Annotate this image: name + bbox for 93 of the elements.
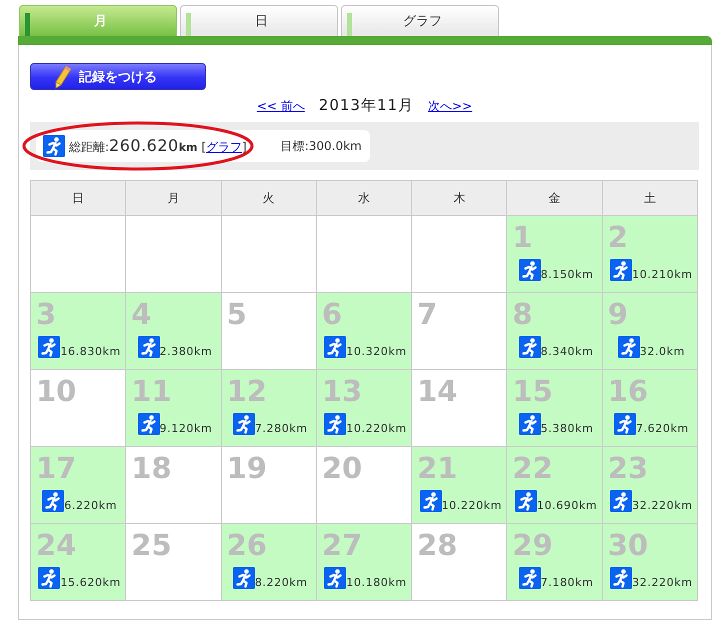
running-person-icon [518,413,541,435]
distance-text: 10.220km [346,423,407,435]
month-title: 2013年11月 [318,96,414,115]
day-number: 29 [512,528,553,562]
day-number: 8 [512,297,533,331]
day-number: 20 [322,451,362,485]
day-number: 16 [608,374,648,408]
distance-text: 8.220km [254,577,308,589]
weekday-header: 木 [412,180,507,216]
total-distance-text: 総距離:260.620km [グラフ] [69,136,247,156]
distance-text: 7.280km [254,423,308,435]
day-number: 10 [36,374,76,408]
distance-text: 8.340km [540,346,594,358]
running-person-icon [43,135,65,157]
tab-marker-icon [347,13,352,36]
running-person-icon [518,567,541,589]
weekday-header: 土 [602,180,698,216]
running-person-icon [618,336,640,358]
day-number: 9 [608,297,628,331]
distance-text: 32.220km [632,500,693,512]
tab-marker-icon [186,13,191,36]
day-number: 18 [131,451,172,485]
running-person-icon [138,413,160,435]
day-number: 3 [36,297,56,331]
distance-text: 5.380km [540,423,594,435]
running-person-icon [518,336,541,358]
distance-text: 7.620km [636,423,689,435]
distance-text: 32.0km [640,346,685,358]
running-person-icon [514,490,537,512]
day-number: 24 [36,528,76,562]
day-number: 14 [417,374,458,408]
running-person-icon [38,567,60,589]
running-person-icon [38,336,60,358]
distance-text: 9.120km [160,423,212,435]
day-number: 5 [226,297,247,331]
distance-text: 16.830km [60,346,121,358]
distance-text: 15.620km [60,577,121,589]
day-number: 15 [512,374,553,408]
day-number: 11 [131,374,172,408]
day-number: 23 [608,451,648,485]
running-person-icon [324,336,346,358]
distance-text: 7.180km [540,577,594,589]
day-number: 28 [417,528,458,562]
running-person-icon [138,336,160,358]
next-month-link[interactable]: 次へ>> [428,98,472,115]
day-number: 27 [322,528,362,562]
day-number: 26 [226,528,267,562]
day-number: 21 [417,451,458,485]
running-person-icon [614,413,636,435]
running-person-icon [518,259,541,281]
day-number: 7 [417,297,438,331]
tab-marker-icon [25,13,30,36]
pencil-icon [53,64,73,88]
day-number: 17 [36,451,76,485]
day-number: 1 [512,220,533,254]
weekday-header: 日 [30,180,126,216]
distance-text: 10.320km [346,346,407,358]
tab[interactable]: 日 [180,5,338,36]
running-person-icon [324,567,346,589]
running-person-icon [610,567,632,589]
distance-text: 6.220km [64,500,118,512]
distance-text: 2.380km [160,346,212,358]
distance-text: 10.180km [346,577,407,589]
day-number: 12 [226,374,267,408]
day-number: 22 [512,451,553,485]
running-person-icon [610,259,632,281]
record-button[interactable]: 記録をつける [30,63,206,90]
distance-text: 10.210km [632,269,693,281]
tab[interactable]: グラフ [341,5,499,36]
distance-text: 8.150km [540,269,594,281]
weekday-header: 月 [126,180,222,216]
running-person-icon [420,490,442,512]
weekday-header: 火 [221,180,316,216]
running-person-icon [42,490,64,512]
day-number: 6 [322,297,342,331]
weekday-header: 水 [316,180,412,216]
weekday-header: 金 [506,180,602,216]
day-number: 30 [608,528,648,562]
running-person-icon [232,413,255,435]
running-person-icon [610,490,632,512]
day-number: 2 [608,220,628,254]
distance-text: 10.690km [536,500,598,512]
day-number: 19 [226,451,267,485]
distance-text: 10.220km [442,500,502,512]
running-person-icon [324,413,346,435]
running-person-icon [232,567,255,589]
day-number: 13 [322,374,362,408]
day-number: 4 [131,297,152,331]
distance-text: 32.220km [632,577,693,589]
goal-text: 目標:300.0km [280,138,362,154]
day-number: 25 [131,528,172,562]
graph-link[interactable]: グラフ [206,140,242,154]
previous-month-link[interactable]: << 前へ [256,98,305,115]
